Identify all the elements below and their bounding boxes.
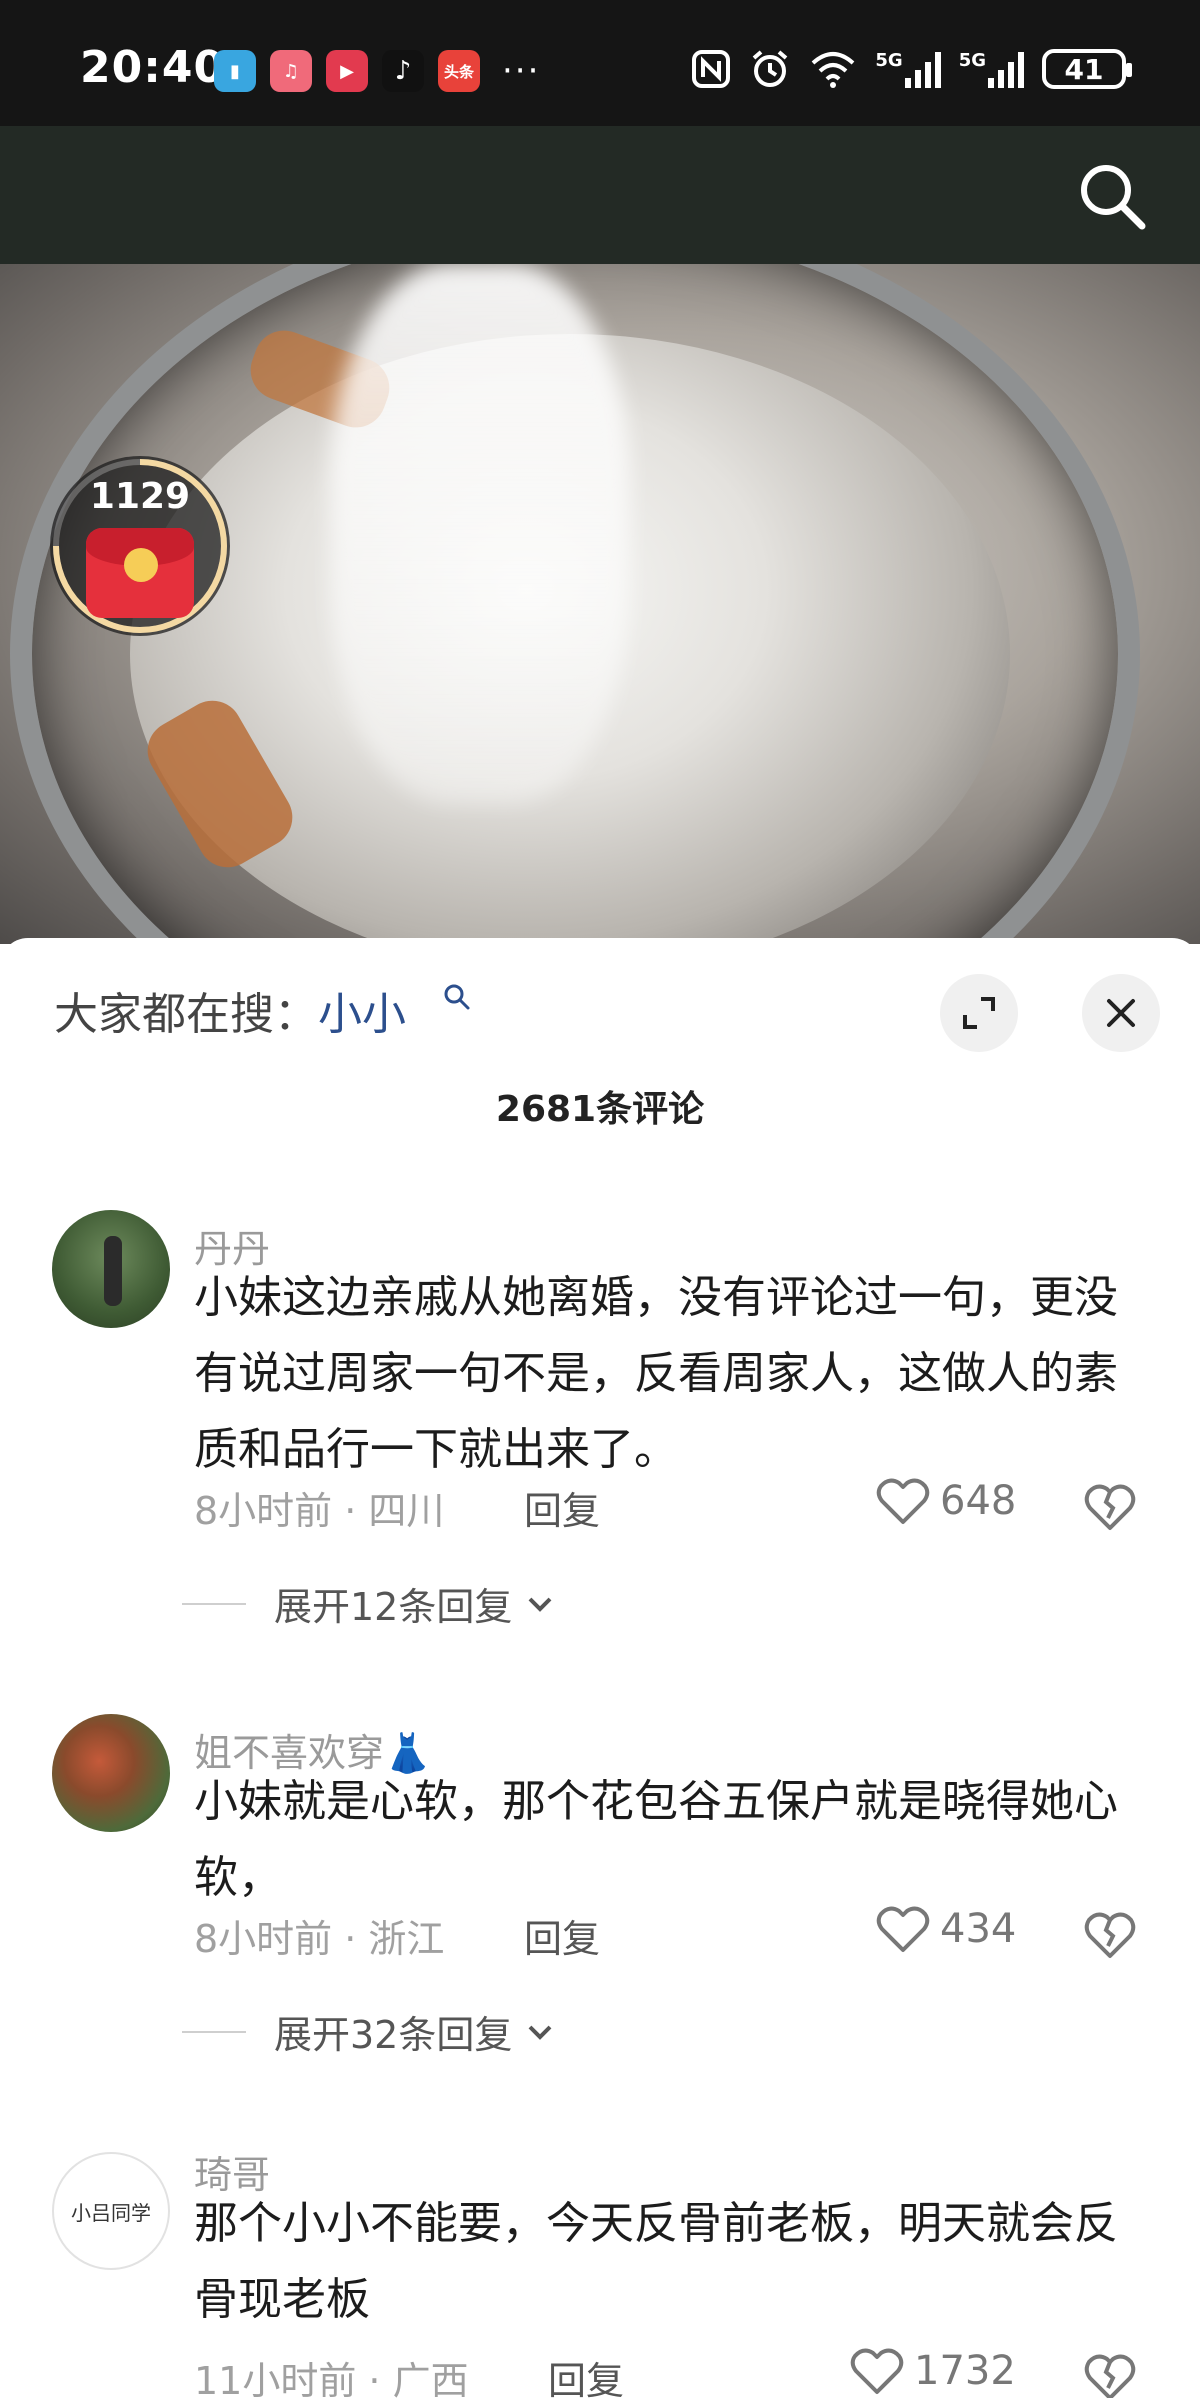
- reply-button[interactable]: 回复: [524, 1908, 600, 1963]
- video-top-bar: [0, 126, 1200, 264]
- chevron-down-icon: [528, 1597, 552, 1612]
- music-app-icon: ♫: [270, 50, 312, 92]
- close-sheet-button[interactable]: [1082, 974, 1160, 1052]
- comment-time-location: 8小时前 · 浙江: [194, 1917, 445, 1961]
- like-count: 648: [940, 1478, 1017, 1524]
- red-envelope-icon: [86, 528, 194, 618]
- network-type-1: 5G: [875, 50, 903, 71]
- search-icon[interactable]: [1072, 156, 1152, 236]
- reward-timer-widget[interactable]: 1129: [50, 456, 230, 636]
- comment-time-location: 11小时前 · 广西: [194, 2359, 469, 2398]
- avatar[interactable]: 小吕同学: [52, 2152, 170, 2270]
- signal-2: 5G: [959, 50, 1024, 88]
- reader-app-icon: ▮: [214, 50, 256, 92]
- signal-bars-icon: [904, 50, 941, 88]
- signal-1: 5G: [875, 50, 941, 88]
- expand-replies-label: 展开12条回复: [274, 1585, 513, 1629]
- toutiao-app-icon: 头条: [438, 50, 480, 92]
- hot-search-label: 大家都在搜：: [54, 989, 318, 1040]
- status-icons: 5G 5G 41: [691, 48, 1132, 90]
- network-type-2: 5G: [958, 50, 986, 71]
- comment-time-location: 8小时前 · 四川: [194, 1489, 445, 1533]
- like-button[interactable]: 434: [876, 1904, 1016, 1954]
- avatar[interactable]: [52, 1210, 170, 1328]
- status-time: 20:40: [80, 42, 226, 93]
- hot-search-bar[interactable]: 大家都在搜：小小: [54, 978, 406, 1042]
- comment-count-title: 2681条评论: [495, 1089, 705, 1130]
- heart-icon: [850, 2348, 904, 2394]
- like-count: 434: [940, 1906, 1017, 1952]
- like-button[interactable]: 648: [876, 1476, 1016, 1526]
- reward-count: 1129: [89, 476, 191, 517]
- status-bar: 20:40 ▮ ♫ ▶ ♪ 头条 ··· 5G 5G 41: [0, 0, 1200, 126]
- video-app-icon: ▶: [326, 50, 368, 92]
- video-player[interactable]: 1129: [0, 264, 1200, 944]
- dislike-icon[interactable]: [1082, 1906, 1138, 1962]
- dislike-icon[interactable]: [1082, 2348, 1138, 2398]
- reply-button[interactable]: 回复: [524, 1480, 600, 1535]
- signal-bars-icon: [988, 50, 1024, 88]
- expand-replies-button[interactable]: 展开32条回复: [182, 2004, 560, 2059]
- tiktok-app-icon: ♪: [382, 50, 424, 92]
- nfc-icon: [692, 50, 731, 88]
- close-icon: [1107, 999, 1135, 1027]
- avatar[interactable]: [52, 1714, 170, 1832]
- comment-text: 那个小小不能要，今天反骨前老板，明天就会反骨现老板: [194, 2198, 1118, 2325]
- like-count: 1732: [914, 2348, 1016, 2394]
- hot-search-term[interactable]: 小小: [318, 989, 406, 1040]
- expand-sheet-button[interactable]: [940, 974, 1018, 1052]
- alarm-icon: [753, 50, 788, 87]
- video-frame-splash: [330, 264, 630, 804]
- expand-icon: [963, 997, 995, 1029]
- comment-text: 小妹这边亲戚从她离婚，没有评论过一句，更没有说过周家一句不是，反看周家人，这做人…: [194, 1272, 1118, 1475]
- comment-text: 小妹就是心软，那个花包谷五保户就是晓得她心软，: [194, 1776, 1118, 1903]
- search-icon[interactable]: [442, 982, 472, 1012]
- dislike-icon[interactable]: [1082, 1478, 1138, 1534]
- chevron-down-icon: [528, 2025, 552, 2040]
- wifi-icon: [812, 52, 855, 88]
- notification-app-icons: ▮ ♫ ▶ ♪ 头条 ···: [214, 50, 540, 92]
- heart-icon: [876, 1906, 930, 1952]
- heart-icon: [876, 1478, 930, 1524]
- battery-indicator: 41: [1042, 49, 1132, 89]
- expand-replies-label: 展开32条回复: [274, 2013, 513, 2057]
- more-notifications-indicator: ···: [502, 51, 541, 91]
- like-button[interactable]: 1732: [850, 2346, 1016, 2396]
- expand-replies-button[interactable]: 展开12条回复: [182, 1576, 560, 1631]
- comment-sheet: 大家都在搜：小小 2681条评论 丹丹 小妹这边亲戚从她离婚，没有评论过一句，更…: [0, 938, 1200, 2398]
- reply-button[interactable]: 回复: [548, 2350, 624, 2398]
